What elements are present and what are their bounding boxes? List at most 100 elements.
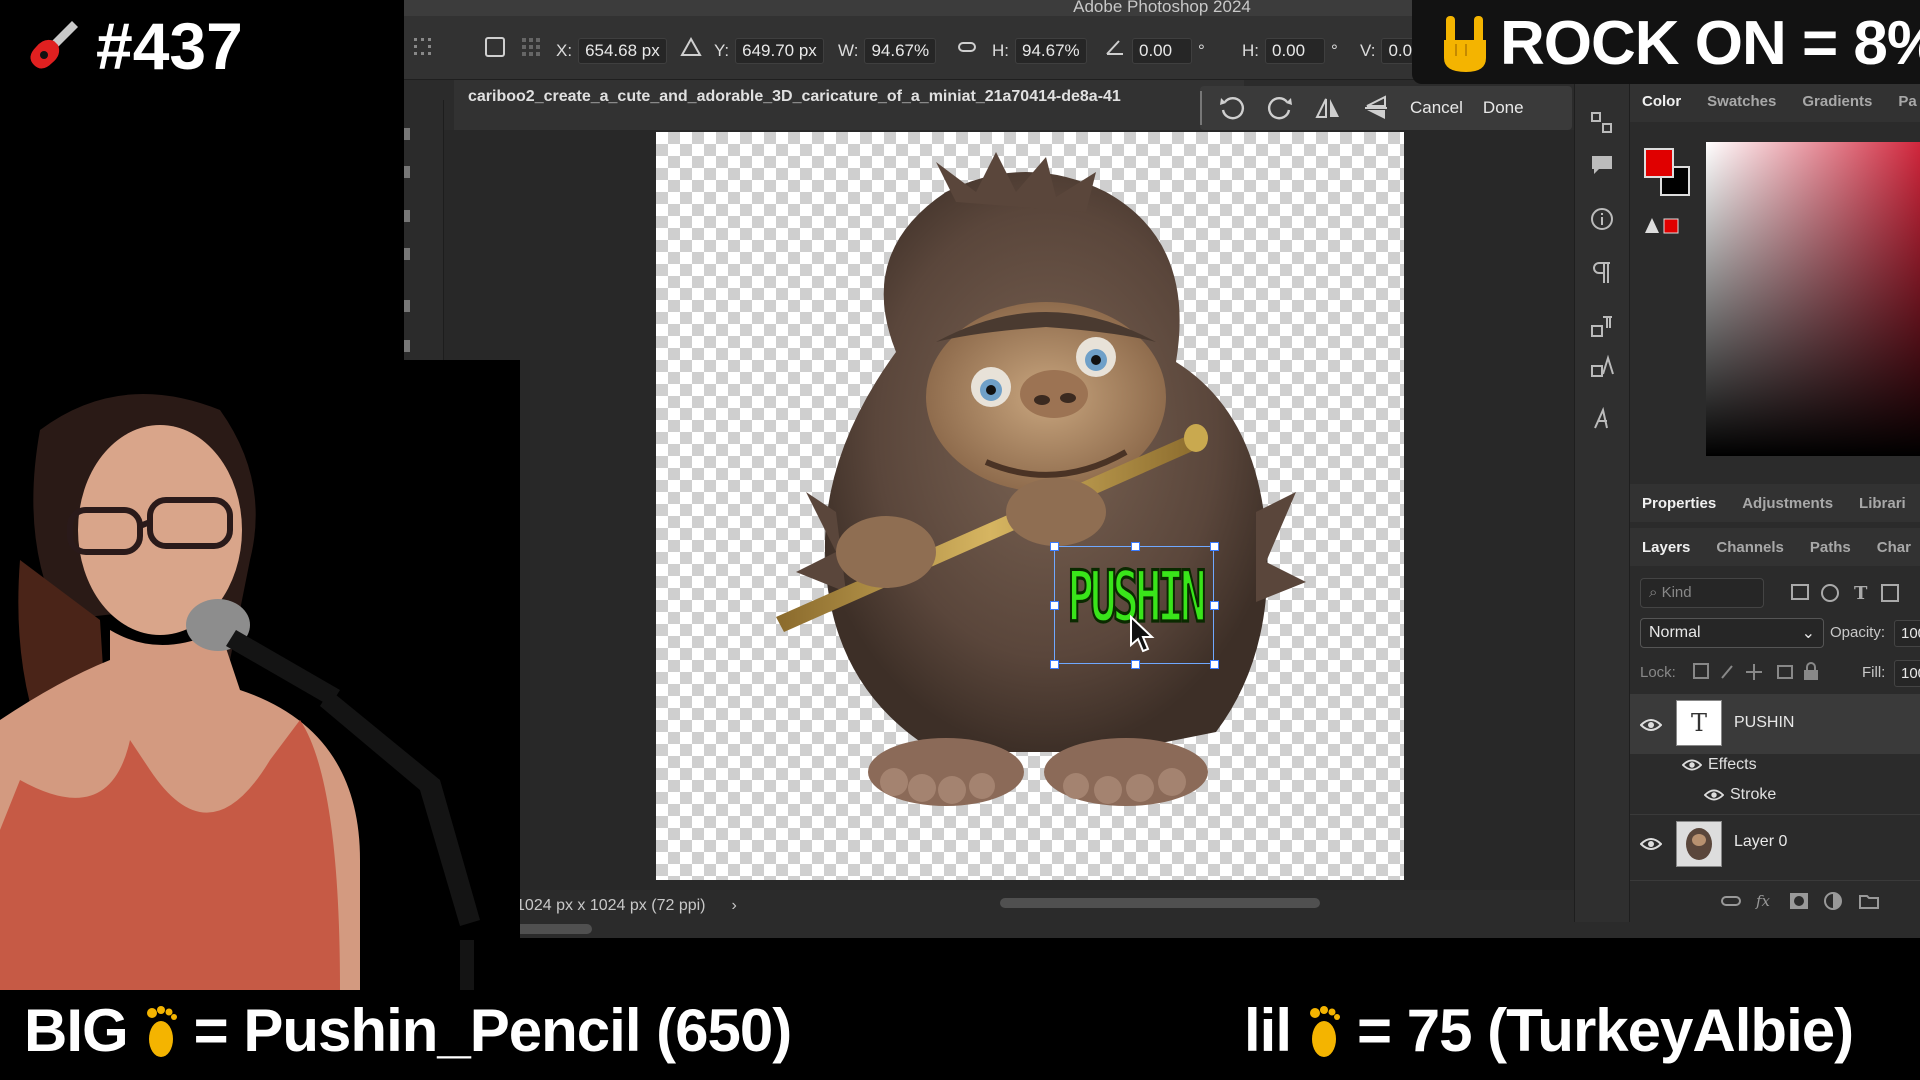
stroke-effect-row[interactable]: Stroke	[1704, 786, 1776, 804]
tab-channels[interactable]: Channels	[1716, 539, 1784, 556]
tab-paths[interactable]: Paths	[1810, 539, 1851, 556]
big-foot-leader: BIG = Pushin_Pencil (650)	[24, 996, 792, 1065]
blend-mode-value: Normal	[1649, 624, 1701, 641]
transform-handle-tr[interactable]	[1210, 542, 1219, 551]
layer-row-pushin[interactable]: T PUSHIN	[1630, 694, 1920, 754]
transform-handle-bc[interactable]	[1131, 660, 1140, 669]
tool-crop[interactable]	[404, 210, 410, 222]
color-picker-field[interactable]	[1706, 142, 1920, 456]
tab-swatches[interactable]: Swatches	[1707, 93, 1776, 110]
cancel-button[interactable]: Cancel	[1400, 98, 1473, 118]
lil-foot-value: = 75 (TurkeyAlbie)	[1357, 997, 1854, 1064]
w-field[interactable]: 94.67%	[864, 38, 937, 64]
effects-eye-icon[interactable]	[1682, 758, 1702, 772]
text-layer-pushin[interactable]: PUSHIN	[1050, 542, 1219, 669]
chevron-down-icon: ⌄	[1801, 625, 1815, 642]
lil-foot-leader: lil = 75 (TurkeyAlbie)	[1244, 996, 1854, 1065]
h-skew-field[interactable]: 0.00	[1265, 38, 1325, 64]
visibility-eye-icon[interactable]	[1640, 837, 1662, 851]
canvas-area[interactable]: PUSHIN	[444, 130, 1606, 890]
flip-horizontal-button[interactable]	[1304, 86, 1352, 130]
document-tab[interactable]: cariboo2_create_a_cute_and_adorable_3D_c…	[454, 80, 1244, 130]
transform-handle-bl[interactable]	[1050, 660, 1059, 669]
image-layer-thumbnail	[1676, 821, 1722, 867]
angle-icon[interactable]	[1104, 36, 1126, 58]
info-icon[interactable]	[1589, 206, 1615, 232]
layer-name[interactable]: PUSHIN	[1734, 714, 1794, 732]
flip-vertical-button[interactable]	[1352, 86, 1400, 130]
fill-field[interactable]: 100	[1894, 660, 1920, 687]
tab-character[interactable]: Char	[1877, 539, 1911, 556]
stroke-eye-icon[interactable]	[1704, 788, 1724, 802]
gamut-warning-icon[interactable]	[1644, 216, 1680, 236]
tab-adjustments[interactable]: Adjustments	[1742, 495, 1833, 512]
svg-text:T: T	[1854, 583, 1868, 604]
tab-libraries[interactable]: Librari	[1859, 495, 1906, 512]
creature-image	[776, 152, 1306, 806]
paragraph-icon[interactable]	[1589, 260, 1615, 286]
rotate-cw-button[interactable]	[1256, 86, 1304, 130]
color-panel-tabs: Color Swatches Gradients Pa	[1630, 80, 1920, 122]
character-styles-icon[interactable]	[1589, 354, 1615, 380]
layers-panel-tabs: Layers Channels Paths Char	[1630, 528, 1920, 566]
rotate-ccw-button[interactable]	[1208, 86, 1256, 130]
transform-handle-mr[interactable]	[1210, 601, 1219, 610]
transform-handle-br[interactable]	[1210, 660, 1219, 669]
layer-name[interactable]: Layer 0	[1734, 833, 1787, 851]
v-skew-label: V:	[1360, 41, 1376, 60]
status-arrow-icon[interactable]: ›	[732, 897, 737, 915]
foreground-color-swatch[interactable]	[1644, 148, 1674, 178]
link-icon[interactable]	[956, 36, 978, 58]
big-foot-prefix: BIG	[24, 997, 129, 1064]
streamer-image	[0, 394, 480, 990]
tool-clone[interactable]	[404, 340, 410, 352]
tab-patterns[interactable]: Pa	[1898, 93, 1916, 110]
checkbox-icon[interactable]	[484, 36, 506, 58]
transform-handle-tc[interactable]	[1131, 542, 1140, 551]
adjustment-layer-icon[interactable]	[1822, 891, 1844, 911]
foot-icon	[146, 1005, 177, 1057]
done-button[interactable]: Done	[1473, 98, 1534, 118]
tool-eyedropper[interactable]	[404, 248, 410, 260]
fx-icon[interactable]: fx	[1754, 891, 1776, 911]
document-canvas[interactable]: PUSHIN	[656, 132, 1404, 880]
stream-number-text: #437	[96, 9, 243, 83]
link-layers-icon[interactable]	[1720, 891, 1742, 911]
right-panels: Color Swatches Gradients Pa Properties A…	[1630, 80, 1920, 922]
glyphs-icon[interactable]	[1589, 406, 1615, 432]
tool-brush[interactable]	[404, 300, 410, 312]
tab-color[interactable]: Color	[1642, 93, 1681, 110]
tool-marquee[interactable]	[404, 128, 410, 140]
x-field[interactable]: 654.68 px	[578, 38, 667, 64]
comment-icon[interactable]	[1589, 152, 1615, 178]
effects-row[interactable]: Effects	[1682, 756, 1757, 774]
layer-kind-filter[interactable]: ⌕ Kind	[1640, 578, 1764, 608]
document-size: 1024 px x 1024 px (72 ppi)	[516, 897, 706, 914]
h-field[interactable]: 94.67%	[1015, 38, 1087, 64]
opacity-field[interactable]: 100	[1894, 620, 1920, 647]
mask-icon[interactable]	[1788, 891, 1810, 911]
paragraph-styles-icon[interactable]	[1589, 314, 1615, 340]
history-icon[interactable]	[1589, 110, 1615, 136]
transform-handle-ml[interactable]	[1050, 601, 1059, 610]
y-field[interactable]: 649.70 px	[735, 38, 824, 64]
delta-icon[interactable]	[680, 36, 702, 58]
tab-gradients[interactable]: Gradients	[1802, 93, 1872, 110]
flip-horizontal-icon	[1315, 98, 1339, 118]
tab-layers[interactable]: Layers	[1642, 539, 1690, 556]
layer-row-layer0[interactable]: Layer 0	[1630, 814, 1920, 874]
tool-lasso[interactable]	[404, 166, 410, 178]
horizontal-scrollbar[interactable]	[1000, 898, 1320, 908]
visibility-eye-icon[interactable]	[1640, 718, 1662, 732]
blend-mode-select[interactable]: Normal ⌄	[1640, 618, 1824, 648]
folder-icon[interactable]	[1858, 891, 1880, 911]
angle-field[interactable]: 0.00	[1132, 38, 1192, 64]
creature-thumbnail-icon	[1686, 828, 1712, 860]
grid-icon[interactable]	[412, 36, 434, 58]
reference-point-icon[interactable]	[520, 36, 542, 58]
lock-icons[interactable]	[1692, 662, 1824, 682]
tab-properties[interactable]: Properties	[1642, 495, 1716, 512]
transform-handle-tl[interactable]	[1050, 542, 1059, 551]
degree-symbol: °	[1198, 41, 1205, 60]
rotate-cw-icon	[1268, 97, 1292, 120]
